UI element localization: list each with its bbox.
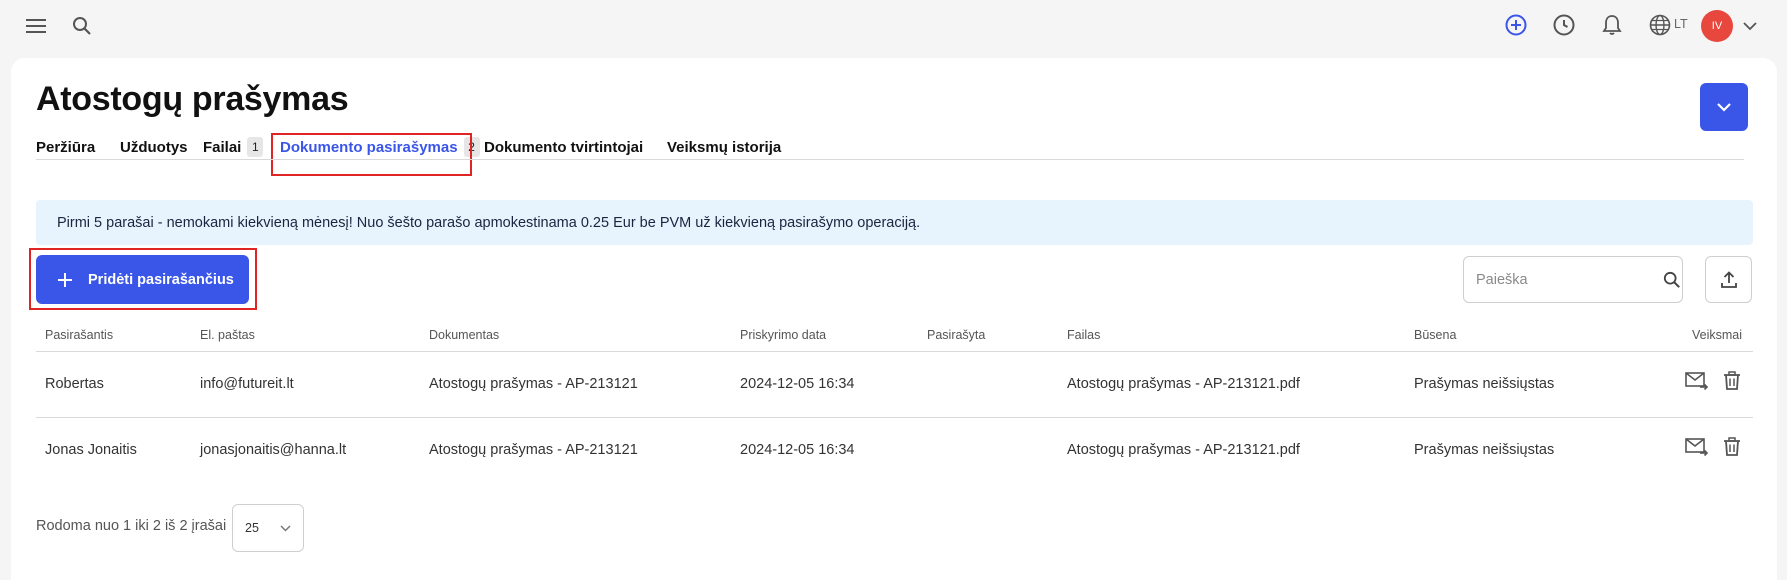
notice-text: Pirmi 5 parašai - nemokami kiekvieną mėn…	[57, 214, 921, 231]
chevron-down-icon	[280, 524, 291, 532]
tab-label: Failai	[203, 138, 242, 156]
add-circle-icon[interactable]	[1504, 13, 1528, 37]
language-code[interactable]: LT	[1674, 17, 1688, 31]
page-size-value: 25	[245, 521, 259, 535]
delete-icon[interactable]	[1723, 371, 1741, 391]
delete-icon[interactable]	[1723, 437, 1741, 457]
pricing-notice: Pirmi 5 parašai - nemokami kiekvieną mėn…	[36, 200, 1753, 245]
search-box	[1463, 256, 1683, 303]
column-header: Pasirašantis	[45, 328, 114, 342]
highlight-box	[271, 133, 472, 176]
signer-email: info@futureit.lt	[200, 376, 294, 392]
tab-label: Veiksmų istorija	[667, 138, 782, 156]
main-card: Atostogų prašymas Peržiūra Užduotys Fail…	[11, 58, 1777, 580]
page-size-select[interactable]: 25	[232, 504, 304, 552]
send-mail-icon[interactable]	[1685, 371, 1709, 391]
tab-label: Užduotys	[120, 138, 188, 156]
table-header: Pasirašantis El. paštas Dokumentas Prisk…	[36, 320, 1753, 352]
signers-table: Pasirašantis El. paštas Dokumentas Prisk…	[36, 320, 1753, 484]
tab-label: Dokumento tvirtintojai	[484, 138, 644, 156]
column-header: El. paštas	[200, 328, 255, 342]
column-header: Priskyrimo data	[740, 328, 827, 342]
tab-bar: Peržiūra Užduotys Failai 1 Dokumento pas…	[36, 58, 1744, 176]
row-actions	[1685, 371, 1741, 391]
add-signers-label: Pridėti pasirašančius	[88, 271, 234, 288]
tab-files[interactable]: Failai 1	[203, 135, 264, 159]
column-header: Failas	[1067, 328, 1101, 342]
table-row[interactable]: Jonas Jonaitis jonasjonaitis@hanna.lt At…	[36, 418, 1753, 484]
column-header: Būsena	[1414, 328, 1457, 342]
send-mail-icon[interactable]	[1685, 437, 1709, 457]
assigned-date: 2024-12-05 16:34	[740, 442, 855, 458]
chevron-down-icon[interactable]	[1740, 14, 1760, 38]
pagination-summary: Rodoma nuo 1 iki 2 iš 2 įrašai	[36, 518, 227, 534]
tab-action-history[interactable]: Veiksmų istorija	[667, 135, 781, 159]
file-name[interactable]: Atostogų prašymas - AP-213121.pdf	[1067, 442, 1300, 458]
tab-tasks[interactable]: Užduotys	[120, 135, 188, 159]
menu-icon[interactable]	[24, 14, 48, 38]
column-header: Pasirašyta	[927, 328, 986, 342]
search-icon[interactable]	[1663, 271, 1681, 289]
search-input[interactable]	[1476, 271, 1663, 288]
row-actions	[1685, 437, 1741, 457]
status-text: Prašymas neišsiųstas	[1414, 376, 1555, 392]
assigned-date: 2024-12-05 16:34	[740, 376, 855, 392]
status-text: Prašymas neišsiųstas	[1414, 442, 1555, 458]
signer-email: jonasjonaitis@hanna.lt	[200, 442, 347, 458]
tab-document-approvers[interactable]: Dokumento tvirtintojai	[484, 135, 643, 159]
globe-icon[interactable]	[1648, 13, 1672, 37]
signer-name: Jonas Jonaitis	[45, 442, 137, 458]
tab-label: Peržiūra	[36, 138, 96, 156]
bell-icon[interactable]	[1600, 13, 1624, 37]
search-icon[interactable]	[70, 14, 94, 38]
column-header: Dokumentas	[429, 328, 500, 342]
file-name[interactable]: Atostogų prašymas - AP-213121.pdf	[1067, 376, 1300, 392]
plus-icon	[58, 272, 72, 287]
tab-divider	[36, 159, 1744, 160]
table-row[interactable]: Robertas info@futureit.lt Atostogų prašy…	[36, 352, 1753, 418]
export-button[interactable]	[1705, 256, 1752, 303]
avatar[interactable]: IV	[1701, 10, 1733, 42]
history-icon[interactable]	[1552, 13, 1576, 37]
top-bar: LT IV	[0, 0, 1787, 52]
document-name: Atostogų prašymas - AP-213121	[429, 376, 638, 392]
document-name: Atostogų prašymas - AP-213121	[429, 442, 638, 458]
tab-preview[interactable]: Peržiūra	[36, 135, 95, 159]
upload-icon	[1720, 270, 1738, 289]
tab-count-badge: 1	[247, 137, 264, 157]
signer-name: Robertas	[45, 376, 104, 392]
add-signers-button[interactable]: Pridėti pasirašančius	[36, 255, 249, 304]
column-header: Veiksmai	[1692, 328, 1743, 342]
